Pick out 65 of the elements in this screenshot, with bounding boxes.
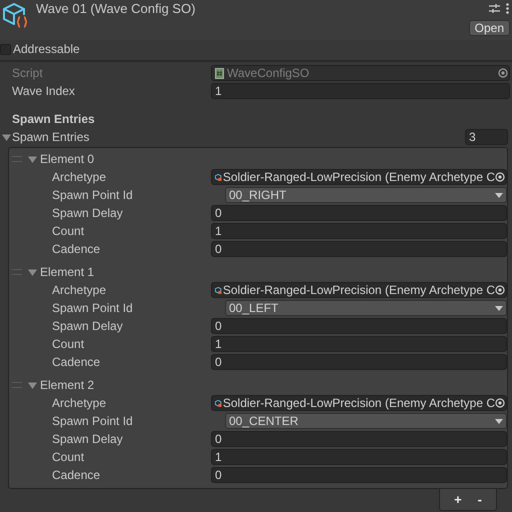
object-picker-icon[interactable] <box>495 285 505 295</box>
number-field[interactable]: 1 <box>211 336 507 352</box>
foldout-arrow-icon[interactable] <box>28 380 37 390</box>
asset-icon <box>215 284 222 296</box>
object-field[interactable]: Soldier-Ranged-LowPrecision (Enemy Archetype C <box>211 169 507 185</box>
element-label[interactable]: Element 0 <box>40 152 94 166</box>
object-picker-icon[interactable] <box>498 68 508 78</box>
dropdown[interactable]: 00_LEFT <box>225 300 507 316</box>
element-label[interactable]: Element 1 <box>40 265 94 279</box>
field-label: Archetype <box>52 283 108 297</box>
number-field[interactable]: 0 <box>211 205 507 221</box>
drag-handle-icon[interactable] <box>12 382 22 388</box>
field-label: Cadence <box>52 468 102 482</box>
number-field[interactable]: 1 <box>211 223 507 239</box>
number-field[interactable]: 0 <box>211 431 507 447</box>
number-field[interactable]: 1 <box>211 449 507 465</box>
more-options-icon[interactable] <box>506 3 509 14</box>
wave-index-field[interactable]: 1 <box>211 83 510 99</box>
object-field[interactable]: Soldier-Ranged-LowPrecision (Enemy Archetype C <box>211 282 507 298</box>
field-label: Cadence <box>52 242 102 256</box>
asset-icon <box>215 398 222 408</box>
field-label: Wave Index <box>12 84 76 98</box>
foldout-arrow-icon[interactable] <box>28 154 37 164</box>
dropdown-arrow-icon <box>495 306 503 310</box>
section-header: Spawn Entries <box>11 111 96 128</box>
script-file-icon <box>215 68 224 78</box>
sliders-icon[interactable] <box>489 3 500 14</box>
dropdown[interactable]: 00_CENTER <box>225 413 507 429</box>
remove-button[interactable]: - <box>472 491 488 507</box>
number-field[interactable]: 0 <box>211 354 507 370</box>
dropdown[interactable]: 00_RIGHT <box>225 187 507 203</box>
number-field[interactable]: 0 <box>211 241 507 257</box>
drag-handle-icon[interactable] <box>12 269 22 275</box>
add-button[interactable]: + <box>448 491 468 507</box>
field-label: Spawn Point Id <box>52 301 134 315</box>
field-label: Count <box>52 337 86 351</box>
list-label[interactable]: Spawn Entries <box>12 130 465 144</box>
window-title: Wave 01 (Wave Config SO) <box>36 1 196 16</box>
field-label: Script <box>12 66 44 80</box>
object-picker-icon[interactable] <box>495 172 505 182</box>
asset-icon <box>215 172 222 182</box>
foldout-arrow-icon[interactable] <box>2 132 11 142</box>
dropdown-arrow-icon <box>495 418 503 424</box>
field-label: Count <box>52 224 86 238</box>
element-label[interactable]: Element 2 <box>40 378 94 392</box>
addressable-label: Addressable <box>13 42 80 56</box>
field-label: Archetype <box>52 396 108 410</box>
field-label: Spawn Point Id <box>52 414 134 428</box>
number-field[interactable]: 0 <box>211 318 507 334</box>
field-label: Count <box>52 450 86 464</box>
object-picker-icon[interactable] <box>495 398 505 408</box>
list-size-field[interactable]: 3 <box>465 129 508 145</box>
dropdown-arrow-icon <box>495 192 503 198</box>
foldout-arrow-icon[interactable] <box>28 268 37 276</box>
field-label: Spawn Delay <box>52 432 124 446</box>
field-label: Spawn Delay <box>52 319 124 333</box>
field-label: Cadence <box>52 355 102 369</box>
addressable-checkbox[interactable] <box>0 44 11 54</box>
open-button[interactable]: Open <box>468 20 510 36</box>
field-label: Archetype <box>52 170 108 184</box>
number-field[interactable]: 0 <box>211 467 507 483</box>
drag-handle-icon[interactable] <box>12 156 22 162</box>
field-label: Spawn Delay <box>52 206 124 220</box>
field-label: Spawn Point Id <box>52 188 134 202</box>
object-field[interactable]: Soldier-Ranged-LowPrecision (Enemy Archetype C <box>211 395 507 411</box>
